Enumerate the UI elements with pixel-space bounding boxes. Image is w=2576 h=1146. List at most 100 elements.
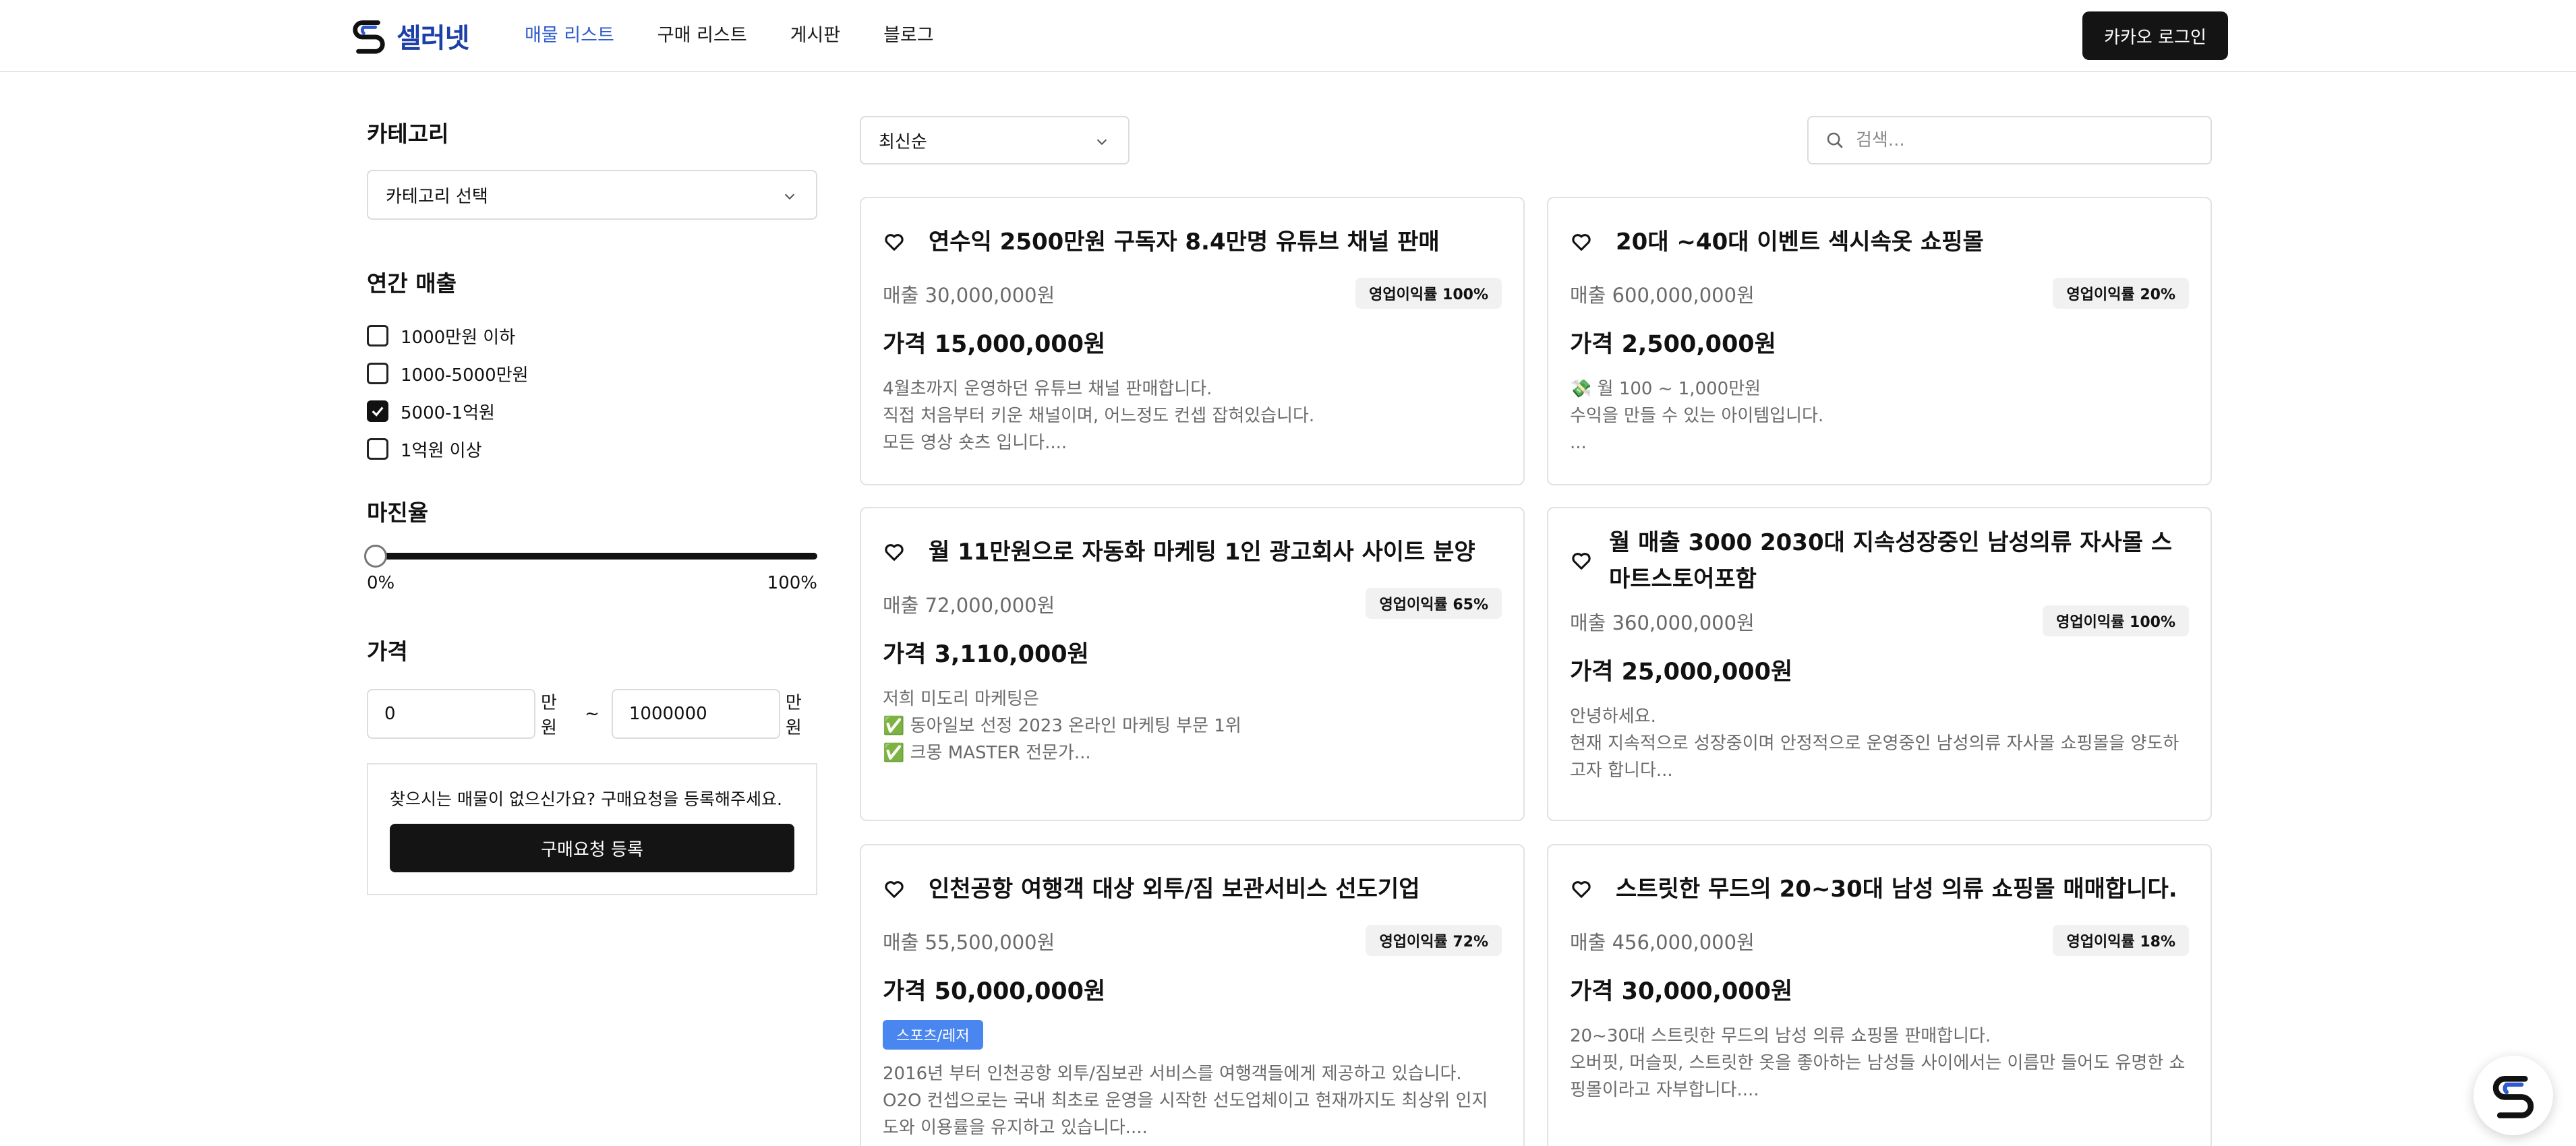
listing-desc-line: 안녕하세요.	[1570, 706, 1656, 727]
price-title: 가격	[367, 638, 408, 665]
chevron-down-icon	[1096, 139, 1107, 146]
heart-icon[interactable]	[883, 878, 906, 901]
listing-description: 20~30대 스트릿한 무드의 남성 의류 쇼핑몰 판매합니다. 오버핏, 머슬…	[1570, 1023, 2189, 1104]
price-from-input[interactable]	[367, 689, 535, 739]
revenue-option[interactable]: 1억원 이상	[367, 430, 817, 468]
listing-desc-line: 💸 월 100 ~ 1,000만원	[1570, 379, 1761, 399]
top-header: 셀러넷 매물 리스트 구매 리스트 게시판 블로그 카카오 로그인	[0, 0, 2576, 72]
listing-sales: 매출 72,000,000원	[883, 594, 1055, 617]
kakao-login-button[interactable]: 카카오 로그인	[2082, 11, 2228, 60]
listing-description: 안녕하세요. 현재 지속적으로 성장중이며 안정적으로 운영중인 남성의류 자사…	[1570, 703, 2189, 784]
revenue-option-label: 1억원 이상	[401, 440, 482, 461]
listing-card[interactable]: 인천공항 여행객 대상 외투/짐 보관서비스 선도기업 매출 55,500,00…	[860, 844, 1525, 1146]
listing-card[interactable]: 월 매출 3000 2030대 지속성장중인 남성의류 자사몰 스마트스토어포함…	[1547, 507, 2212, 821]
margin-badge: 영업이익률 65%	[1366, 588, 1502, 619]
nav-item-purchase-list[interactable]: 구매 리스트	[657, 20, 747, 47]
price-to-input[interactable]	[611, 689, 780, 739]
listing-sales: 매출 55,500,000원	[883, 931, 1055, 954]
price-unit-label: 만원	[541, 693, 557, 738]
listing-desc-line: 현재 지속적으로 성장중이며 안정적으로 운영중인 남성의류 자사몰 쇼핑몰을 …	[1570, 733, 2179, 781]
main-nav: 매물 리스트 구매 리스트 게시판 블로그	[525, 20, 934, 47]
listing-card[interactable]: 월 11만원으로 자동화 마케팅 1인 광고회사 사이트 분양 매출 72,00…	[860, 507, 1525, 821]
brand-logo[interactable]: 셀러넷	[349, 15, 469, 57]
search-icon	[1827, 132, 1843, 148]
listing-sales-row: 매출 72,000,000원 영업이익률 65%	[883, 588, 1502, 620]
listing-sales-row: 매출 55,500,000원 영업이익률 72%	[883, 925, 1502, 957]
revenue-option[interactable]: 1000만원 이하	[367, 317, 817, 355]
margin-badge: 영업이익률 20%	[2053, 278, 2189, 309]
margin-badge: 영업이익률 100%	[1355, 278, 1502, 309]
listing-desc-line: 수익을 만들 수 있는 아이템입니다.	[1570, 406, 1824, 426]
listing-title: 인천공항 여행객 대상 외투/짐 보관서비스 선도기업	[929, 876, 1420, 903]
listing-desc-line: 모든 영상 숏츠 입니다....	[883, 433, 1067, 453]
revenue-option-label: 5000-1억원	[401, 402, 495, 423]
margin-min-label: 0%	[367, 573, 395, 593]
revenue-title: 연간 매출	[367, 270, 457, 297]
listing-desc-line: 4월초까지 운영하던 유튜브 채널 판매합니다.	[883, 379, 1212, 399]
checkbox[interactable]	[367, 325, 388, 346]
listing-price: 가격 30,000,000원	[1570, 978, 1793, 1005]
chevron-down-icon	[784, 193, 795, 200]
heart-icon[interactable]	[1570, 878, 1593, 901]
revenue-option-label: 1000만원 이하	[401, 327, 516, 348]
heart-icon[interactable]	[1570, 231, 1593, 253]
margin-slider-labels: 0% 100%	[367, 573, 817, 593]
margin-slider[interactable]	[364, 545, 817, 568]
listing-card-header: 20대 ~40대 이벤트 섹시속옷 쇼핑몰	[1570, 224, 2189, 260]
revenue-option[interactable]: 5000-1억원	[367, 392, 817, 430]
heart-icon[interactable]	[1570, 549, 1593, 572]
category-select[interactable]: 카테고리 선택	[367, 170, 817, 220]
category-tag: 스포츠/레저	[883, 1020, 983, 1050]
margin-title: 마진율	[367, 500, 429, 526]
purchase-request-button[interactable]: 구매요청 등록	[390, 824, 794, 872]
margin-badge: 영업이익률 18%	[2053, 925, 2189, 956]
revenue-option[interactable]: 1000-5000만원	[367, 355, 817, 392]
sort-select[interactable]: 최신순	[860, 116, 1130, 164]
listing-desc-line: O2O 컨셉으로는 국내 최초로 운영을 시작한 선도업체이고 현재까지도 최상…	[883, 1091, 1488, 1138]
price-separator: ~	[585, 704, 599, 724]
heart-icon[interactable]	[883, 541, 906, 564]
purchase-request-text: 찾으시는 매물이 없으신가요? 구매요청을 등록해주세요.	[390, 789, 783, 809]
revenue-options: 1000만원 이하 1000-5000만원 5000-1억원 1억원 이상	[367, 317, 817, 468]
margin-slider-handle[interactable]	[364, 545, 387, 568]
nav-item-listings[interactable]: 매물 리스트	[525, 20, 614, 47]
listing-description: 4월초까지 운영하던 유튜브 채널 판매합니다. 직접 처음부터 키운 채널이며…	[883, 375, 1502, 456]
listing-sales: 매출 600,000,000원	[1570, 284, 1755, 307]
listing-desc-line: 직접 처음부터 키운 채널이며, 어느정도 컨셉 잡혀있습니다.	[883, 406, 1315, 426]
margin-max-label: 100%	[767, 573, 817, 593]
listing-description: 2016년 부터 인천공항 외투/짐보관 서비스를 여행객들에게 제공하고 있습…	[883, 1060, 1502, 1141]
listing-card[interactable]: 20대 ~40대 이벤트 섹시속옷 쇼핑몰 매출 600,000,000원 영업…	[1547, 197, 2212, 485]
listing-card[interactable]: 스트릿한 무드의 20~30대 남성 의류 쇼핑몰 매매합니다. 매출 456,…	[1547, 844, 2212, 1146]
checkbox[interactable]	[367, 363, 388, 384]
price-unit-label: 만원	[785, 693, 802, 738]
listing-description: 저희 미도리 마케팅은 ✅ 동아일보 선정 2023 온라인 마케팅 부문 1위…	[883, 686, 1502, 766]
listing-sales-row: 매출 456,000,000원 영업이익률 18%	[1570, 925, 2189, 957]
listing-sales-row: 매출 30,000,000원 영업이익률 100%	[883, 278, 1502, 310]
chat-launcher-button[interactable]	[2473, 1056, 2553, 1135]
filter-sidebar: 카테고리 카테고리 선택 연간 매출 1000만원 이하 1000-5000만원…	[364, 116, 817, 895]
listing-price: 가격 3,110,000원	[883, 641, 1089, 668]
listing-card-header: 스트릿한 무드의 20~30대 남성 의류 쇼핑몰 매매합니다.	[1570, 871, 2189, 907]
checkbox-checked[interactable]	[367, 400, 388, 422]
listing-card[interactable]: 연수익 2500만원 구독자 8.4만명 유튜브 채널 판매 매출 30,000…	[860, 197, 1525, 485]
brand-name: 셀러넷	[397, 23, 469, 54]
nav-item-board[interactable]: 게시판	[790, 20, 841, 47]
sort-select-value: 최신순	[879, 131, 927, 152]
category-title: 카테고리	[367, 121, 449, 147]
heart-icon[interactable]	[883, 231, 906, 253]
price-range: 만원 ~ 만원	[367, 689, 817, 739]
nav-item-blog[interactable]: 블로그	[883, 20, 934, 47]
listing-card-header: 월 매출 3000 2030대 지속성장중인 남성의류 자사몰 스마트스토어포함	[1570, 524, 2189, 597]
listing-title: 월 매출 3000 2030대 지속성장중인 남성의류 자사몰 스마트스토어포함	[1609, 529, 2173, 593]
listing-card-header: 연수익 2500만원 구독자 8.4만명 유튜브 채널 판매	[883, 224, 1502, 260]
listing-card-header: 월 11만원으로 자동화 마케팅 1인 광고회사 사이트 분양	[883, 534, 1502, 570]
listing-desc-line: 오버핏, 머슬핏, 스트릿한 옷을 좋아하는 남성들 사이에서는 이름만 들어도…	[1570, 1053, 2186, 1100]
listing-desc-line: 2016년 부터 인천공항 외투/짐보관 서비스를 여행객들에게 제공하고 있습…	[883, 1064, 1462, 1084]
checkbox[interactable]	[367, 438, 388, 460]
listing-title: 스트릿한 무드의 20~30대 남성 의류 쇼핑몰 매매합니다.	[1616, 876, 2177, 903]
listing-price: 가격 2,500,000원	[1570, 331, 1776, 358]
search-input[interactable]	[1856, 130, 2193, 150]
listing-title: 연수익 2500만원 구독자 8.4만명 유튜브 채널 판매	[929, 229, 1440, 255]
search-box	[1807, 116, 2212, 164]
listing-desc-line: 20~30대 스트릿한 무드의 남성 의류 쇼핑몰 판매합니다.	[1570, 1026, 1991, 1046]
